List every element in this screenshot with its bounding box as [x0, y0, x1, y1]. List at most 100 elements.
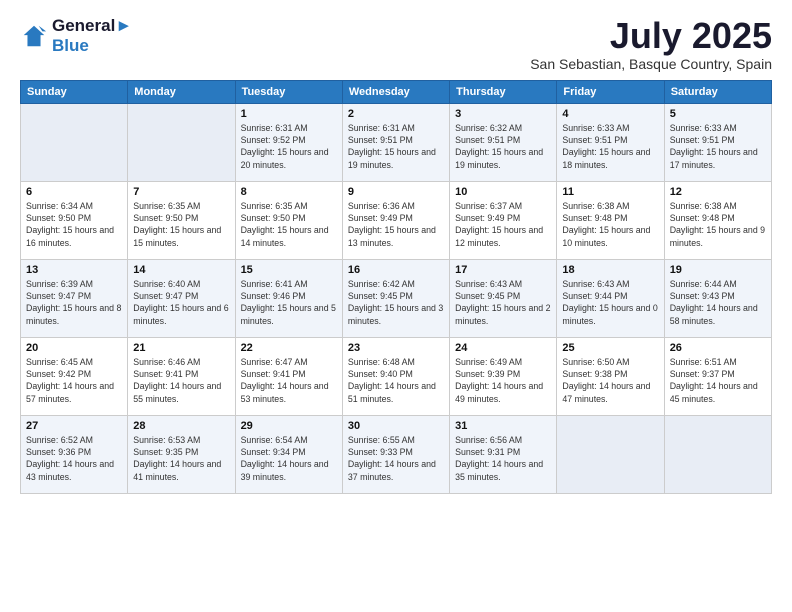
day-number: 6 [26, 186, 122, 198]
day-number: 23 [348, 342, 444, 354]
calendar-cell: 18 Sunrise: 6:43 AM Sunset: 9:44 PM Dayli… [557, 259, 664, 337]
day-number: 3 [455, 108, 551, 120]
calendar-cell: 25Sunrise: 6:50 AM Sunset: 9:38 PM Dayli… [557, 337, 664, 415]
calendar-cell [557, 415, 664, 493]
calendar-cell: 14 Sunrise: 6:40 AM Sunset: 9:47 PM Dayli… [128, 259, 235, 337]
day-info: Sunrise: 6:41 AM Sunset: 9:46 PM Dayligh… [241, 278, 337, 327]
calendar-cell: 15 Sunrise: 6:41 AM Sunset: 9:46 PM Dayli… [235, 259, 342, 337]
day-number: 1 [241, 108, 337, 120]
calendar-cell: 26Sunrise: 6:51 AM Sunset: 9:37 PM Dayli… [664, 337, 771, 415]
day-number: 31 [455, 420, 551, 432]
calendar-cell: 6 Sunrise: 6:34 AM Sunset: 9:50 PM Daylig… [21, 181, 128, 259]
day-info: Sunrise: 6:43 AM Sunset: 9:45 PM Dayligh… [455, 278, 551, 327]
day-info: Sunrise: 6:37 AM Sunset: 9:49 PM Dayligh… [455, 200, 551, 249]
day-info: Sunrise: 6:36 AM Sunset: 9:49 PM Dayligh… [348, 200, 444, 249]
day-number: 16 [348, 264, 444, 276]
calendar-cell: 1 Sunrise: 6:31 AM Sunset: 9:52 PM Daylig… [235, 103, 342, 181]
calendar-week-row: 6 Sunrise: 6:34 AM Sunset: 9:50 PM Daylig… [21, 181, 772, 259]
day-number: 8 [241, 186, 337, 198]
calendar-cell: 20Sunrise: 6:45 AM Sunset: 9:42 PM Dayli… [21, 337, 128, 415]
day-info: Sunrise: 6:55 AM Sunset: 9:33 PM Dayligh… [348, 434, 444, 483]
calendar-week-row: 1 Sunrise: 6:31 AM Sunset: 9:52 PM Daylig… [21, 103, 772, 181]
calendar-cell: 16 Sunrise: 6:42 AM Sunset: 9:45 PM Dayli… [342, 259, 449, 337]
weekday-header-saturday: Saturday [664, 80, 771, 103]
day-info: Sunrise: 6:40 AM Sunset: 9:47 PM Dayligh… [133, 278, 229, 327]
day-info: Sunrise: 6:39 AM Sunset: 9:47 PM Dayligh… [26, 278, 122, 327]
day-info: Sunrise: 6:46 AM Sunset: 9:41 PM Dayligh… [133, 356, 229, 405]
calendar-cell: 28Sunrise: 6:53 AM Sunset: 9:35 PM Dayli… [128, 415, 235, 493]
calendar-cell: 12Sunrise: 6:38 AM Sunset: 9:48 PM Dayli… [664, 181, 771, 259]
day-number: 24 [455, 342, 551, 354]
calendar-cell: 19 Sunrise: 6:44 AM Sunset: 9:43 PM Dayli… [664, 259, 771, 337]
day-number: 11 [562, 186, 658, 198]
day-info: Sunrise: 6:35 AM Sunset: 9:50 PM Dayligh… [133, 200, 229, 249]
header: General► Blue July 2025 San Sebastian, B… [20, 16, 772, 72]
calendar-cell: 27 Sunrise: 6:52 AM Sunset: 9:36 PM Dayli… [21, 415, 128, 493]
page: General► Blue July 2025 San Sebastian, B… [0, 0, 792, 612]
calendar-cell: 31 Sunrise: 6:56 AM Sunset: 9:31 PM Dayli… [450, 415, 557, 493]
day-info: Sunrise: 6:32 AM Sunset: 9:51 PM Dayligh… [455, 122, 551, 171]
day-number: 30 [348, 420, 444, 432]
calendar-header-row: SundayMondayTuesdayWednesdayThursdayFrid… [21, 80, 772, 103]
month-title: July 2025 [530, 16, 772, 56]
day-number: 27 [26, 420, 122, 432]
day-info: Sunrise: 6:44 AM Sunset: 9:43 PM Dayligh… [670, 278, 766, 327]
calendar-cell [128, 103, 235, 181]
day-info: Sunrise: 6:34 AM Sunset: 9:50 PM Dayligh… [26, 200, 122, 249]
day-info: Sunrise: 6:42 AM Sunset: 9:45 PM Dayligh… [348, 278, 444, 327]
calendar-cell: 13 Sunrise: 6:39 AM Sunset: 9:47 PM Dayli… [21, 259, 128, 337]
calendar-cell: 22 Sunrise: 6:47 AM Sunset: 9:41 PM Dayli… [235, 337, 342, 415]
day-number: 14 [133, 264, 229, 276]
day-number: 26 [670, 342, 766, 354]
calendar-cell: 10 Sunrise: 6:37 AM Sunset: 9:49 PM Dayli… [450, 181, 557, 259]
day-info: Sunrise: 6:43 AM Sunset: 9:44 PM Dayligh… [562, 278, 658, 327]
day-number: 17 [455, 264, 551, 276]
calendar-cell: 11 Sunrise: 6:38 AM Sunset: 9:48 PM Dayli… [557, 181, 664, 259]
calendar-cell: 7 Sunrise: 6:35 AM Sunset: 9:50 PM Daylig… [128, 181, 235, 259]
calendar-cell: 17 Sunrise: 6:43 AM Sunset: 9:45 PM Dayli… [450, 259, 557, 337]
day-info: Sunrise: 6:47 AM Sunset: 9:41 PM Dayligh… [241, 356, 337, 405]
day-info: Sunrise: 6:31 AM Sunset: 9:51 PM Dayligh… [348, 122, 444, 171]
day-number: 29 [241, 420, 337, 432]
calendar-table: SundayMondayTuesdayWednesdayThursdayFrid… [20, 80, 772, 494]
day-info: Sunrise: 6:38 AM Sunset: 9:48 PM Dayligh… [670, 200, 766, 249]
calendar-cell: 9 Sunrise: 6:36 AM Sunset: 9:49 PM Daylig… [342, 181, 449, 259]
day-number: 13 [26, 264, 122, 276]
day-info: Sunrise: 6:38 AM Sunset: 9:48 PM Dayligh… [562, 200, 658, 249]
day-number: 25 [562, 342, 658, 354]
location-title: San Sebastian, Basque Country, Spain [530, 56, 772, 72]
calendar-cell: 8 Sunrise: 6:35 AM Sunset: 9:50 PM Daylig… [235, 181, 342, 259]
calendar-week-row: 13 Sunrise: 6:39 AM Sunset: 9:47 PM Dayli… [21, 259, 772, 337]
day-info: Sunrise: 6:49 AM Sunset: 9:39 PM Dayligh… [455, 356, 551, 405]
day-number: 10 [455, 186, 551, 198]
calendar-cell: 3 Sunrise: 6:32 AM Sunset: 9:51 PM Daylig… [450, 103, 557, 181]
day-number: 15 [241, 264, 337, 276]
day-number: 20 [26, 342, 122, 354]
day-number: 18 [562, 264, 658, 276]
weekday-header-tuesday: Tuesday [235, 80, 342, 103]
day-info: Sunrise: 6:54 AM Sunset: 9:34 PM Dayligh… [241, 434, 337, 483]
day-number: 7 [133, 186, 229, 198]
calendar-cell: 30 Sunrise: 6:55 AM Sunset: 9:33 PM Dayli… [342, 415, 449, 493]
day-info: Sunrise: 6:52 AM Sunset: 9:36 PM Dayligh… [26, 434, 122, 483]
day-info: Sunrise: 6:56 AM Sunset: 9:31 PM Dayligh… [455, 434, 551, 483]
calendar-cell: 2Sunrise: 6:31 AM Sunset: 9:51 PM Daylig… [342, 103, 449, 181]
calendar-week-row: 27 Sunrise: 6:52 AM Sunset: 9:36 PM Dayli… [21, 415, 772, 493]
weekday-header-thursday: Thursday [450, 80, 557, 103]
calendar-cell: 4Sunrise: 6:33 AM Sunset: 9:51 PM Daylig… [557, 103, 664, 181]
logo-icon [20, 22, 48, 50]
day-number: 9 [348, 186, 444, 198]
day-number: 21 [133, 342, 229, 354]
day-info: Sunrise: 6:35 AM Sunset: 9:50 PM Dayligh… [241, 200, 337, 249]
day-number: 5 [670, 108, 766, 120]
day-info: Sunrise: 6:48 AM Sunset: 9:40 PM Dayligh… [348, 356, 444, 405]
calendar-cell: 5Sunrise: 6:33 AM Sunset: 9:51 PM Daylig… [664, 103, 771, 181]
weekday-header-wednesday: Wednesday [342, 80, 449, 103]
day-number: 19 [670, 264, 766, 276]
day-number: 22 [241, 342, 337, 354]
calendar-week-row: 20Sunrise: 6:45 AM Sunset: 9:42 PM Dayli… [21, 337, 772, 415]
weekday-header-sunday: Sunday [21, 80, 128, 103]
calendar-cell: 29 Sunrise: 6:54 AM Sunset: 9:34 PM Dayli… [235, 415, 342, 493]
logo: General► Blue [20, 16, 132, 56]
day-info: Sunrise: 6:31 AM Sunset: 9:52 PM Dayligh… [241, 122, 337, 171]
